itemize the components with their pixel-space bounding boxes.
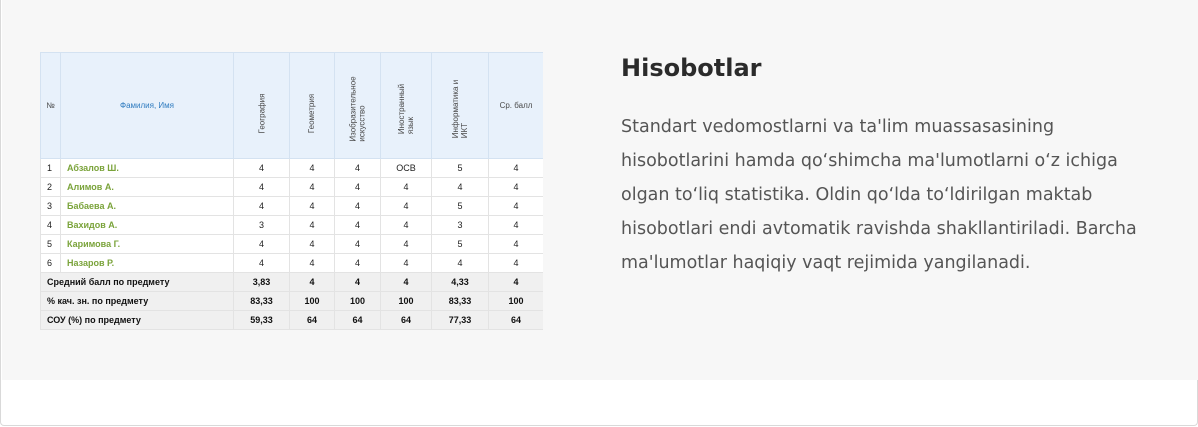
grades-report-table: № Фамилия, Имя География Геометрия Изобр… (40, 52, 543, 330)
report-table-image: № Фамилия, Имя География Геометрия Изобр… (40, 52, 543, 330)
header-subject-label: Информатика и ИКТ (451, 79, 469, 139)
grade-cell: 4 (233, 158, 290, 178)
header-avg: Ср. балл (488, 52, 543, 159)
summary-value: 83,33 (233, 291, 290, 311)
summary-label: СОУ (%) по предмету (40, 310, 234, 330)
grade-cell: 4 (233, 234, 290, 254)
grade-cell: 4 (334, 196, 381, 216)
average-cell: 4 (488, 253, 543, 273)
summary-value: 100 (380, 291, 432, 311)
pupil-name: Алимов А. (60, 177, 234, 197)
grade-cell: 4 (289, 253, 335, 273)
table-row: 1 Абзалов Ш. 4 4 4 ОСВ 5 4 (40, 158, 543, 178)
grade-cell: 4 (380, 196, 432, 216)
row-number: 2 (40, 177, 61, 197)
header-num: № (40, 52, 61, 159)
grade-cell: 5 (431, 196, 489, 216)
grade-cell: ОСВ (380, 158, 432, 178)
table-row: 3 Бабаева А. 4 4 4 4 5 4 (40, 196, 543, 216)
summary-value: 77,33 (431, 310, 489, 330)
grade-cell: 4 (380, 215, 432, 235)
grade-cell: 4 (334, 158, 381, 178)
summary-value: 64 (380, 310, 432, 330)
grade-cell: 4 (431, 177, 489, 197)
grade-cell: 4 (334, 177, 381, 197)
table-row: 5 Каримова Г. 4 4 4 4 5 4 (40, 234, 543, 254)
grade-cell: 3 (431, 215, 489, 235)
table-row: 6 Назаров Р. 4 4 4 4 4 4 (40, 253, 543, 273)
summary-value: 4 (488, 272, 543, 292)
pupil-name: Вахидов А. (60, 215, 234, 235)
grade-cell: 5 (431, 158, 489, 178)
grade-cell: 4 (380, 177, 432, 197)
row-number: 3 (40, 196, 61, 216)
summary-value: 4 (289, 272, 335, 292)
header-subject: Геометрия (289, 52, 335, 159)
header-subject: География (233, 52, 290, 159)
summary-value: 100 (488, 291, 543, 311)
grade-cell: 4 (334, 234, 381, 254)
grade-cell: 4 (380, 253, 432, 273)
summary-label: % кач. зн. по предмету (40, 291, 234, 311)
summary-value: 4 (380, 272, 432, 292)
summary-value: 3,83 (233, 272, 290, 292)
summary-value: 83,33 (431, 291, 489, 311)
summary-value: 4 (334, 272, 381, 292)
summary-row: СОУ (%) по предмету 59,33 64 64 64 77,33 64 (40, 310, 543, 330)
grade-cell: 4 (289, 234, 335, 254)
summary-value: 59,33 (233, 310, 290, 330)
average-cell: 4 (488, 177, 543, 197)
summary-value: 64 (334, 310, 381, 330)
header-name: Фамилия, Имя (60, 52, 234, 159)
grade-cell: 5 (431, 234, 489, 254)
summary-value: 4,33 (431, 272, 489, 292)
header-subject: Изобразительное искусство (334, 52, 381, 159)
header-subject-label: Геометрия (307, 93, 317, 134)
section-title: Hisobotlar (621, 54, 762, 82)
header-subject: Информатика и ИКТ (431, 52, 489, 159)
summary-value: 64 (289, 310, 335, 330)
grade-cell: 4 (289, 215, 335, 235)
grade-cell: 4 (289, 177, 335, 197)
grade-cell: 4 (431, 253, 489, 273)
row-number: 5 (40, 234, 61, 254)
row-number: 1 (40, 158, 61, 178)
report-header-row: № Фамилия, Имя География Геометрия Изобр… (40, 52, 543, 159)
header-subject-label: География (257, 93, 266, 134)
grade-cell: 4 (334, 215, 381, 235)
pupil-name: Абзалов Ш. (60, 158, 234, 178)
average-cell: 4 (488, 234, 543, 254)
grade-cell: 4 (380, 234, 432, 254)
average-cell: 4 (488, 196, 543, 216)
average-cell: 4 (488, 215, 543, 235)
header-subject-label: Иностранный язык (397, 83, 416, 135)
row-number: 6 (40, 253, 61, 273)
table-row: 2 Алимов А. 4 4 4 4 4 4 (40, 177, 543, 197)
pupil-name: Назаров Р. (60, 253, 234, 273)
grade-cell: 4 (233, 196, 290, 216)
grade-cell: 4 (289, 158, 335, 178)
summary-label: Средний балл по предмету (40, 272, 234, 292)
pupil-name: Каримова Г. (60, 234, 234, 254)
grade-cell: 3 (233, 215, 290, 235)
summary-value: 100 (334, 291, 381, 311)
header-subject: Иностранный язык (380, 52, 432, 159)
grade-cell: 4 (233, 253, 290, 273)
feature-panel: № Фамилия, Имя География Геометрия Изобр… (2, 0, 1198, 380)
summary-row: Средний балл по предмету 3,83 4 4 4 4,33 4 (40, 272, 543, 292)
summary-value: 64 (488, 310, 543, 330)
grade-cell: 4 (233, 177, 290, 197)
summary-row: % кач. зн. по предмету 83,33 100 100 100 83,3… (40, 291, 543, 311)
header-subject-label: Изобразительное искусство (348, 76, 367, 142)
summary-value: 100 (289, 291, 335, 311)
grade-cell: 4 (334, 253, 381, 273)
section-description: Standart vedomostlarni va ta'lim muassas… (621, 117, 1137, 273)
card-frame: № Фамилия, Имя География Геометрия Изобр… (0, 0, 1198, 426)
grade-cell: 4 (289, 196, 335, 216)
table-row: 4 Вахидов А. 3 4 4 4 3 4 (40, 215, 543, 235)
average-cell: 4 (488, 158, 543, 178)
pupil-name: Бабаева А. (60, 196, 234, 216)
row-number: 4 (40, 215, 61, 235)
